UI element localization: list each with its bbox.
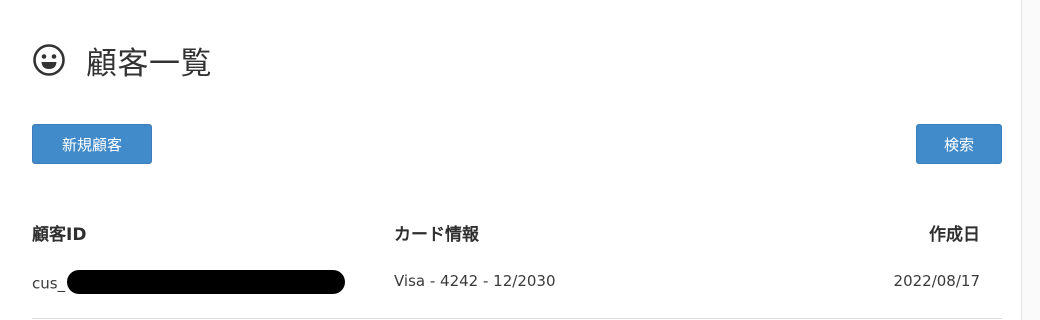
column-header-created-at[interactable]: 作成日: [929, 220, 980, 245]
page-scrollbar-track[interactable]: [1021, 0, 1040, 320]
page-title: 顧客一覧: [86, 45, 212, 82]
created-at-cell: 2022/08/17: [893, 272, 980, 290]
page-header: 顧客一覧: [32, 38, 212, 82]
redaction-bar: [67, 270, 346, 294]
column-header-customer-id[interactable]: 顧客ID: [32, 220, 86, 245]
customer-id-prefix: cus_: [32, 274, 66, 293]
card-info-cell: Visa - 4242 - 12/2030: [394, 272, 556, 290]
row-divider: [32, 318, 1002, 319]
customer-id-cell[interactable]: cus_: [32, 270, 346, 296]
column-header-card-info[interactable]: カード情報: [394, 220, 479, 245]
customer-list-page: 顧客一覧 新規顧客 検索 顧客ID カード情報 作成日 cus_ Visa - …: [0, 0, 1040, 320]
smiley-face-icon: [32, 43, 66, 77]
search-button[interactable]: 検索: [916, 124, 1002, 164]
new-customer-button[interactable]: 新規顧客: [32, 124, 152, 164]
